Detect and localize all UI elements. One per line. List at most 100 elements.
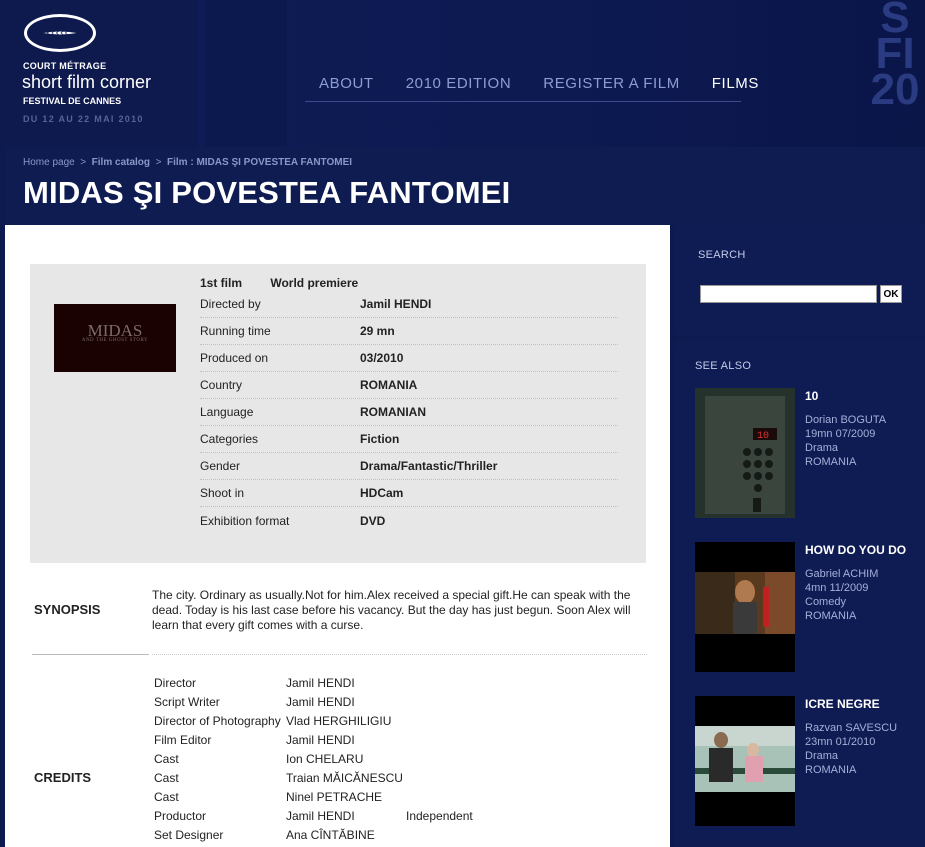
credit-name: Ana CÎNTĂBINE (286, 828, 375, 842)
credit-name: Vlad HERGHILIGIU (286, 714, 392, 728)
film-poster: MIDAS AND THE GHOST STORY (54, 304, 176, 372)
credit-role: Director (154, 676, 197, 690)
credit-name: Ninel PETRACHE (286, 790, 383, 804)
see-also-genre: Comedy (805, 596, 846, 608)
credit-name: Jamil HENDI (286, 733, 355, 747)
info-row-categories: Categories Fiction (200, 426, 618, 453)
elevator-keypad-image: 10 (695, 388, 795, 518)
logo-short-film-corner: short film corner (22, 72, 152, 92)
info-label: Directed by (200, 297, 261, 311)
credit-role: Film Editor (154, 733, 212, 747)
synopsis-text: The city. Ordinary as usually.Not for hi… (152, 588, 631, 632)
info-row-directed-by: Directed by Jamil HENDI (200, 291, 618, 318)
credit-role: Productor (154, 809, 207, 823)
info-value: Fiction (360, 432, 400, 446)
see-also-thumbnail[interactable]: 10 (695, 388, 795, 518)
info-value: ROMANIAN (360, 405, 426, 419)
credit-row: Cast Ninel PETRACHE (154, 790, 554, 805)
section-divider (32, 654, 149, 655)
credit-role: Script Writer (154, 695, 220, 709)
bench-scene-image (695, 696, 795, 826)
palm-logo-icon (24, 14, 96, 52)
flag-world-premiere: World premiere (270, 276, 359, 290)
synopsis-heading: SYNOPSIS (34, 602, 101, 617)
logo-festival: FESTIVAL DE CANNES (23, 96, 122, 106)
credit-role: Cast (154, 752, 179, 766)
film-flags: 1st film World premiere (200, 276, 383, 290)
search-input[interactable] (700, 285, 877, 303)
main-nav: ABOUT 2010 EDITION REGISTER A FILM FILMS (319, 75, 791, 92)
see-also-title[interactable]: 10 (805, 389, 818, 403)
nav-2010-edition[interactable]: 2010 EDITION (406, 75, 512, 92)
nav-register-a-film[interactable]: REGISTER A FILM (543, 75, 680, 92)
credit-role: Director of Photography (154, 714, 281, 728)
nav-films[interactable]: FILMS (712, 75, 759, 92)
breadcrumb-home[interactable]: Home page (23, 157, 75, 168)
info-value: 29 mn (360, 324, 395, 338)
see-also-title[interactable]: HOW DO YOU DO (805, 543, 906, 557)
header-year-decoration: S FI 20 (870, 0, 920, 114)
see-also-author: Dorian BOGUTA (805, 414, 887, 426)
see-also-meta: Dorian BOGUTA 19mn 07/2009 Drama ROMANIA (805, 413, 886, 469)
see-also-meta: Gabriel ACHIM 4mn 11/2009 Comedy ROMANIA (805, 567, 878, 623)
credit-role: Cast (154, 771, 179, 785)
info-value: Jamil HENDI (360, 297, 432, 311)
man-pointing-image (695, 542, 795, 672)
credit-row: Cast Ion CHELARU (154, 752, 554, 767)
info-label: Running time (200, 324, 271, 338)
see-also-title[interactable]: ICRE NEGRE (805, 697, 880, 711)
see-also-duration: 4mn 11/2009 (805, 582, 869, 594)
palm-icon (43, 30, 77, 36)
see-also-author: Razvan SAVESCU (805, 722, 898, 734)
nav-divider (305, 101, 741, 102)
credit-role: Cast (154, 790, 179, 804)
site-logo[interactable]: COURT MÉTRAGE short film corner FESTIVAL… (0, 0, 197, 147)
page-title: MIDAS ŞI POVESTEA FANTOMEI (23, 175, 511, 210)
info-label: Gender (200, 459, 241, 473)
credit-row: Script Writer Jamil HENDI (154, 695, 554, 710)
see-also-meta: Razvan SAVESCU 23mn 01/2010 Drama ROMANI… (805, 721, 897, 777)
breadcrumb-current: Film : MIDAS ŞI POVESTEA FANTOMEI (167, 157, 353, 168)
search-heading: SEARCH (698, 249, 746, 261)
see-also-country: ROMANIA (805, 456, 857, 468)
info-row-country: Country ROMANIA (200, 372, 618, 399)
info-label: Shoot in (200, 486, 245, 500)
info-row-running-time: Running time 29 mn (200, 318, 618, 345)
credit-name: Jamil HENDI (286, 809, 355, 823)
see-also-thumbnail[interactable] (695, 696, 795, 826)
credit-row: Film Editor Jamil HENDI (154, 733, 554, 748)
see-also-thumbnail[interactable] (695, 542, 795, 672)
section-divider (152, 654, 647, 655)
poster-subtitle: AND THE GHOST STORY (81, 338, 149, 343)
info-value: DVD (360, 514, 386, 528)
search-ok-button[interactable]: OK (880, 285, 902, 303)
see-also-duration: 23mn 01/2010 (805, 736, 876, 748)
info-label: Produced on (200, 351, 269, 365)
info-label: Country (200, 378, 243, 392)
info-row-shoot-in: Shoot in HDCam (200, 480, 618, 507)
credit-name: Traian MĂICĂNESCU (286, 771, 403, 785)
credit-name: Jamil HENDI (286, 695, 355, 709)
info-row-exhibition-format: Exhibition format DVD (200, 508, 618, 535)
credits-heading: CREDITS (34, 770, 92, 785)
info-row-produced-on: Produced on 03/2010 (200, 345, 618, 372)
credit-row: Cast Traian MĂICĂNESCU (154, 771, 554, 786)
credit-row: Director Jamil HENDI (154, 676, 554, 691)
credit-row: Productor Jamil HENDI Independent (154, 809, 554, 824)
credit-name: Jamil HENDI (286, 676, 355, 690)
info-label: Categories (200, 432, 259, 446)
info-value: 03/2010 (360, 351, 404, 365)
credit-extra: Independent (406, 809, 473, 823)
breadcrumb-separator: > (155, 157, 162, 168)
see-also-genre: Drama (805, 750, 839, 762)
logo-dates: DU 12 AU 22 MAI 2010 (23, 114, 144, 124)
header-decoration (205, 0, 287, 147)
breadcrumb-separator: > (80, 157, 87, 168)
see-also-duration: 19mn 07/2009 (805, 428, 876, 440)
breadcrumb: Home page > Film catalog > Film : MIDAS … (23, 157, 352, 168)
breadcrumb-catalog[interactable]: Film catalog (92, 157, 150, 168)
see-also-heading: SEE ALSO (695, 360, 752, 372)
info-row-gender: Gender Drama/Fantastic/Thriller (200, 453, 618, 480)
credit-name: Ion CHELARU (286, 752, 364, 766)
nav-about[interactable]: ABOUT (319, 75, 374, 92)
